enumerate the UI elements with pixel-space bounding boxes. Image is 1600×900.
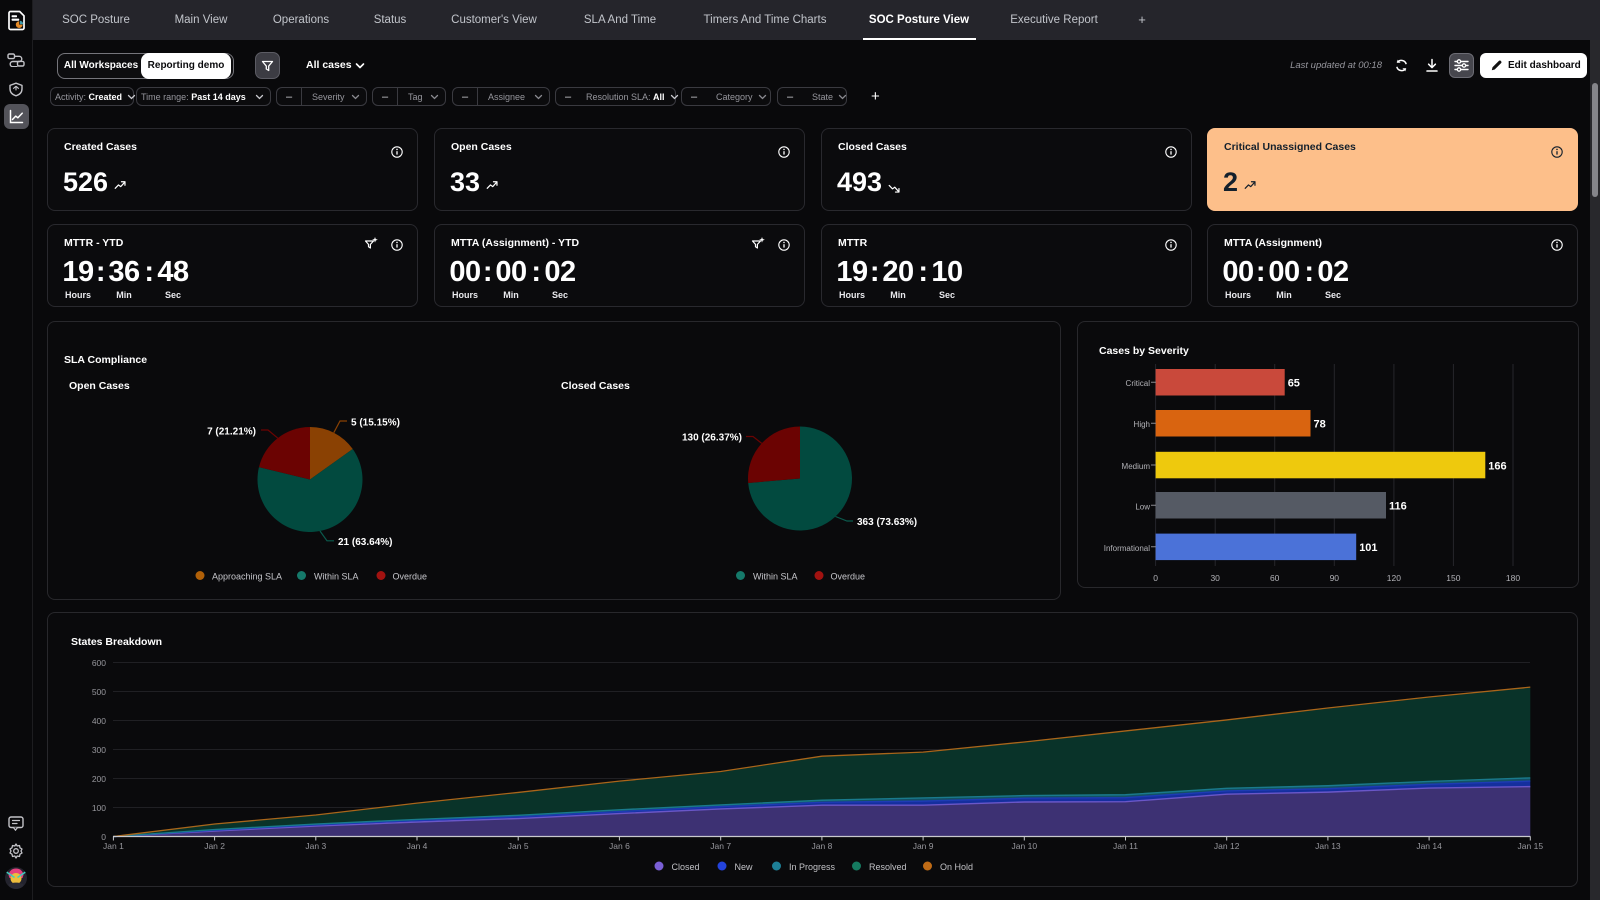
- svg-text:Critical: Critical: [1126, 379, 1151, 388]
- svg-text:116: 116: [1389, 501, 1407, 513]
- svg-text:200: 200: [92, 774, 106, 784]
- svg-text:Jan 13: Jan 13: [1315, 841, 1341, 851]
- svg-text:Jan 2: Jan 2: [204, 841, 225, 851]
- svg-text:600: 600: [92, 658, 106, 668]
- svg-text:Medium: Medium: [1122, 462, 1151, 471]
- svg-text:400: 400: [92, 716, 106, 726]
- svg-text:120: 120: [1387, 573, 1401, 583]
- svg-text:60: 60: [1270, 573, 1280, 583]
- svg-text:Jan 9: Jan 9: [913, 841, 934, 851]
- svg-text:Jan 15: Jan 15: [1518, 841, 1544, 851]
- svg-text:New: New: [735, 862, 754, 872]
- svg-text:363 (73.63%): 363 (73.63%): [857, 517, 917, 528]
- svg-text:Within SLA: Within SLA: [753, 572, 798, 582]
- svg-text:5 (15.15%): 5 (15.15%): [351, 418, 400, 429]
- svg-text:65: 65: [1288, 378, 1300, 390]
- svg-text:Jan 10: Jan 10: [1012, 841, 1038, 851]
- svg-text:Jan 7: Jan 7: [710, 841, 731, 851]
- svg-text:High: High: [1134, 420, 1150, 429]
- svg-text:166: 166: [1488, 460, 1506, 472]
- svg-text:0: 0: [1153, 573, 1158, 583]
- svg-text:Overdue: Overdue: [831, 572, 866, 582]
- svg-text:90: 90: [1330, 573, 1340, 583]
- svg-text:100: 100: [92, 803, 106, 813]
- svg-text:Jan 11: Jan 11: [1113, 841, 1138, 851]
- svg-text:Jan 12: Jan 12: [1214, 841, 1240, 851]
- svg-text:Approaching SLA: Approaching SLA: [212, 572, 282, 582]
- svg-text:Overdue: Overdue: [393, 572, 428, 582]
- svg-text:7 (21.21%): 7 (21.21%): [207, 427, 256, 438]
- svg-text:On Hold: On Hold: [940, 862, 973, 872]
- svg-text:Within SLA: Within SLA: [314, 572, 359, 582]
- svg-text:Jan 5: Jan 5: [508, 841, 529, 851]
- svg-text:Jan 14: Jan 14: [1416, 841, 1442, 851]
- svg-text:21 (63.64%): 21 (63.64%): [338, 537, 392, 548]
- svg-text:In Progress: In Progress: [789, 862, 836, 872]
- svg-text:Jan 4: Jan 4: [407, 841, 428, 851]
- svg-text:Closed: Closed: [672, 862, 700, 872]
- svg-text:150: 150: [1446, 573, 1460, 583]
- svg-text:78: 78: [1314, 419, 1326, 431]
- svg-text:180: 180: [1506, 573, 1520, 583]
- svg-text:300: 300: [92, 745, 106, 755]
- svg-text:Jan 3: Jan 3: [305, 841, 326, 851]
- svg-text:Informational: Informational: [1104, 544, 1150, 553]
- svg-text:Jan 8: Jan 8: [812, 841, 833, 851]
- svg-text:130 (26.37%): 130 (26.37%): [682, 433, 742, 444]
- svg-text:30: 30: [1210, 573, 1220, 583]
- svg-text:101: 101: [1359, 542, 1377, 554]
- svg-text:Resolved: Resolved: [869, 862, 907, 872]
- svg-text:Low: Low: [1135, 503, 1150, 512]
- svg-text:Jan 1: Jan 1: [103, 841, 124, 851]
- svg-text:Jan 6: Jan 6: [609, 841, 630, 851]
- svg-text:500: 500: [92, 687, 106, 697]
